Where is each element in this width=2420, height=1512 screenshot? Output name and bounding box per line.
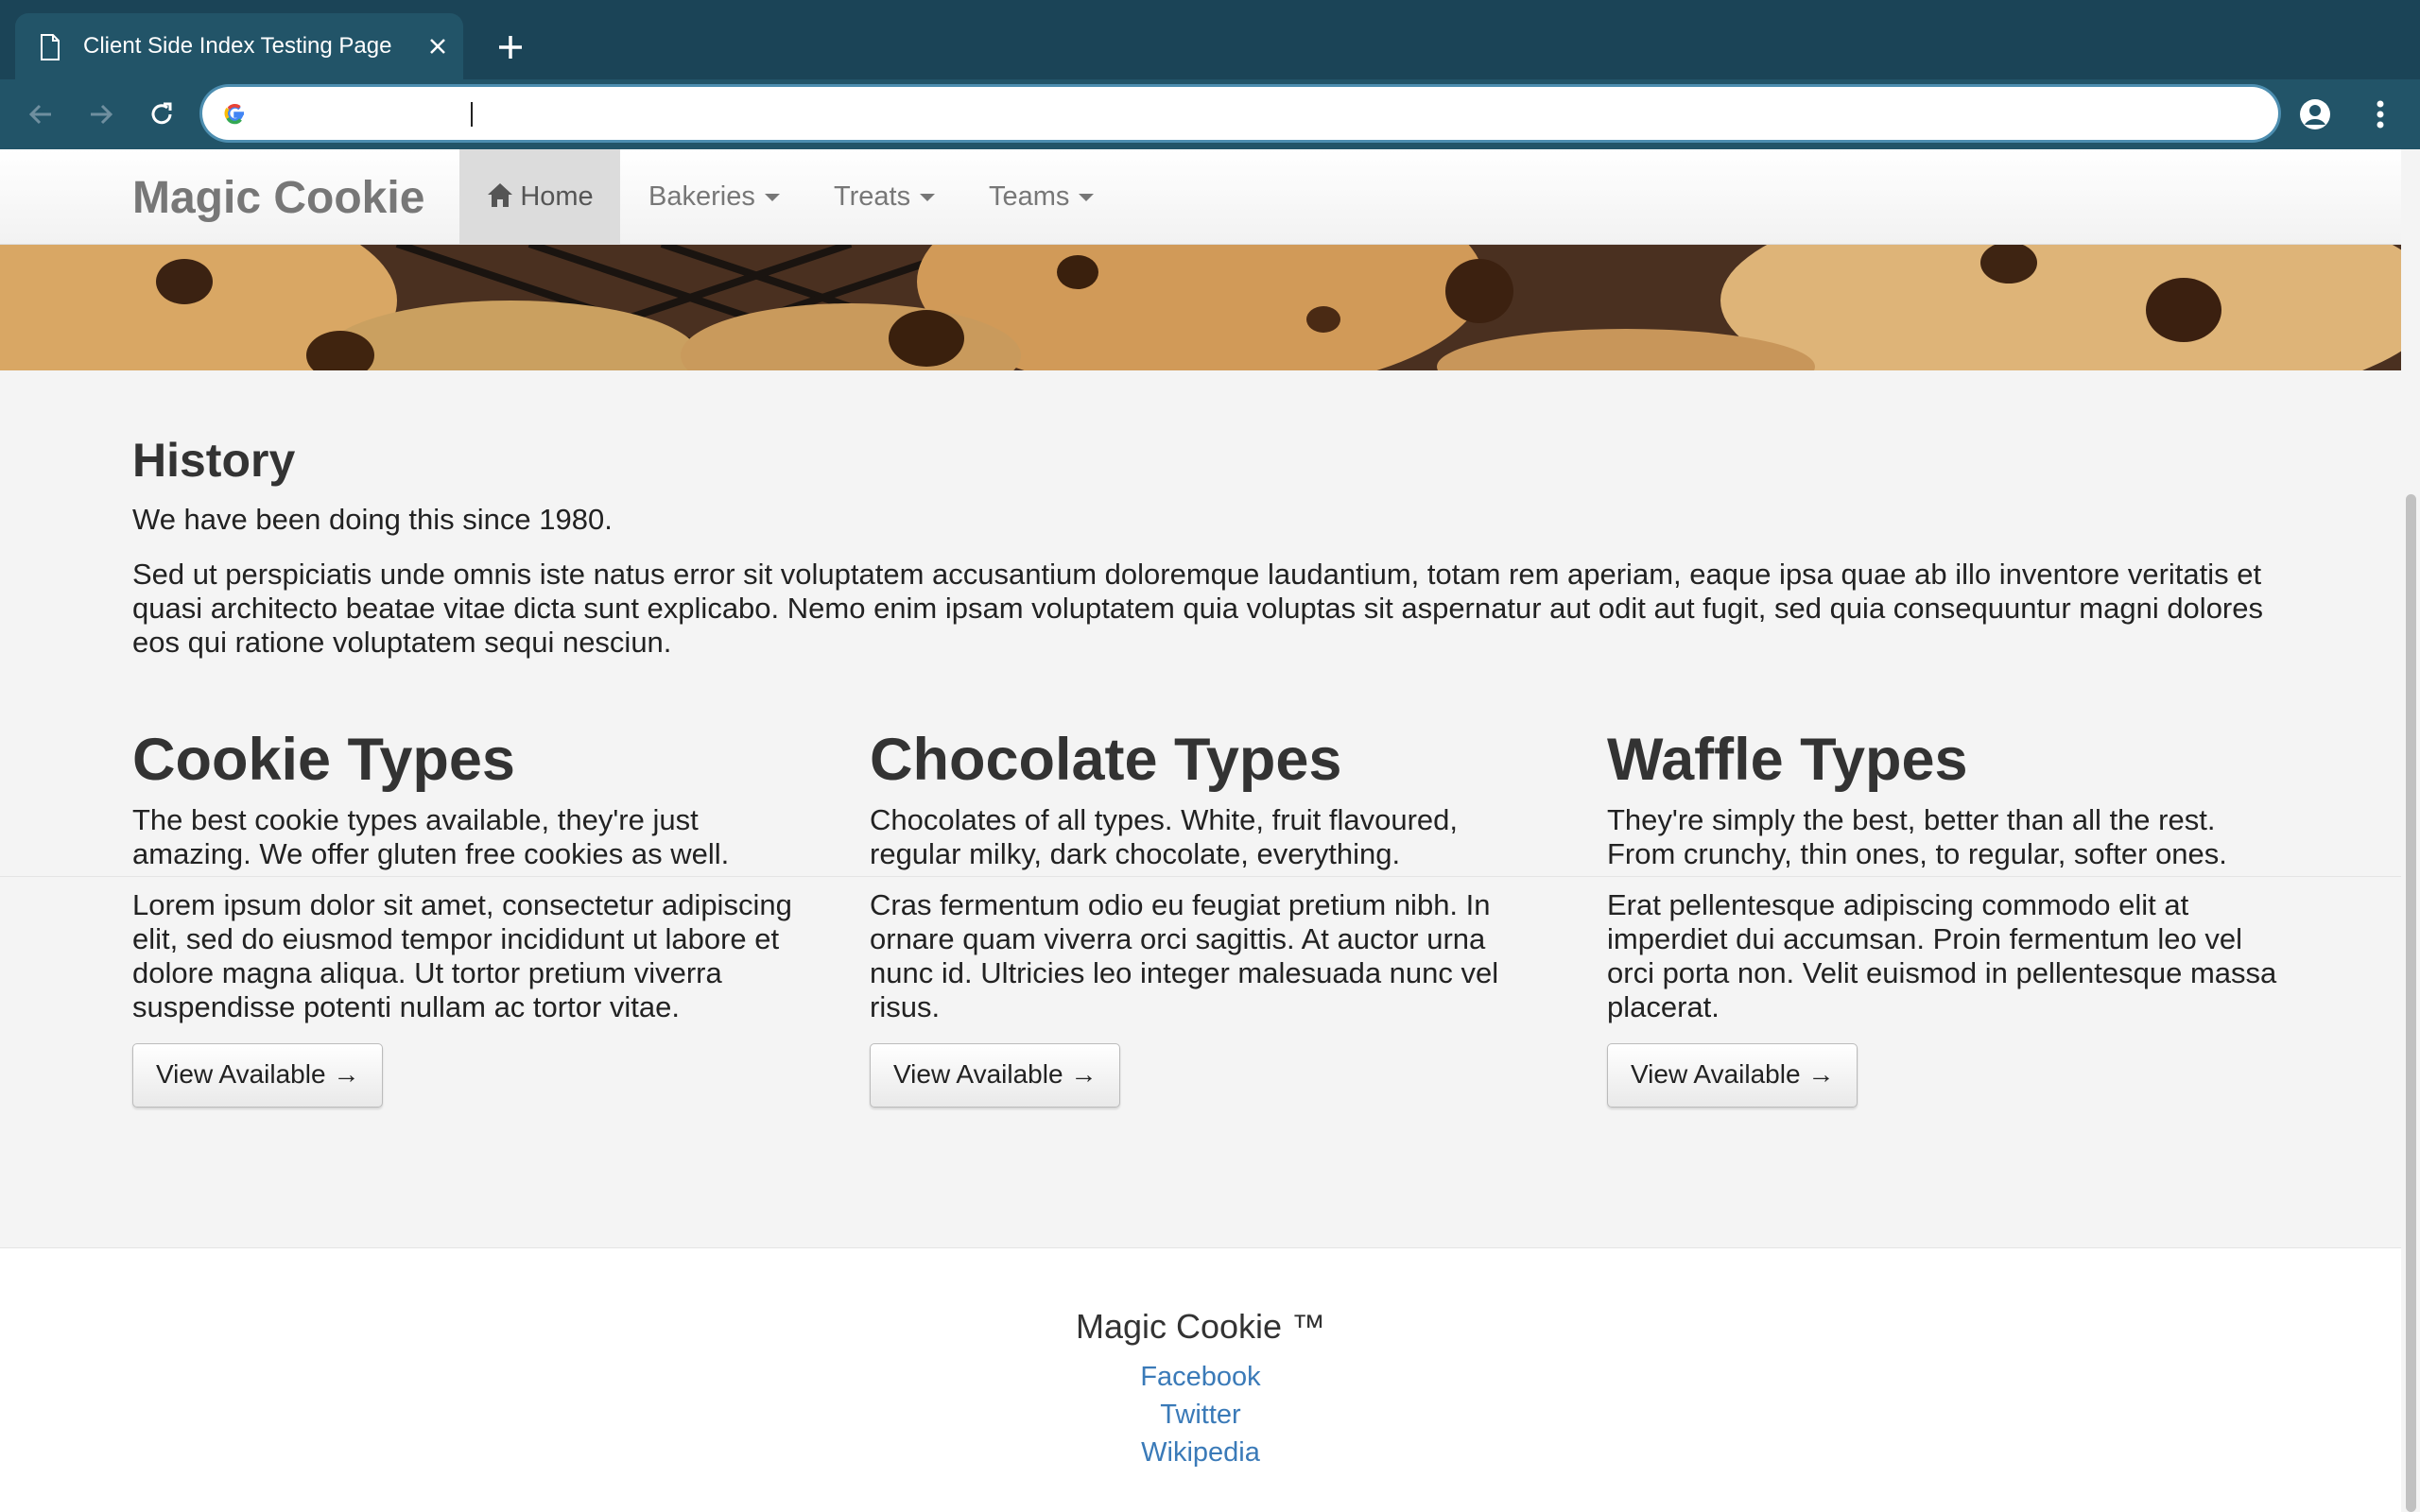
cookie-types-column: Cookie Types The best cookie types avail… — [132, 726, 813, 1108]
history-lead: We have been doing this since 1980. — [132, 503, 613, 536]
page-viewport: Magic Cookie Home Bakeries Treats Teams — [0, 149, 2420, 1512]
column-body: Erat pellentesque adipiscing commodo eli… — [1607, 888, 2277, 1023]
profile-icon[interactable] — [2297, 96, 2333, 132]
back-arrow-icon[interactable] — [23, 96, 59, 132]
reload-icon[interactable] — [144, 96, 180, 132]
site-navbar: Magic Cookie Home Bakeries Treats Teams — [0, 149, 2401, 245]
more-menu-icon[interactable] — [2363, 96, 2397, 132]
column-heading: Waffle Types — [1607, 727, 1968, 793]
nav-item-label: Bakeries — [648, 181, 755, 212]
footer-link-twitter[interactable]: Twitter — [0, 1400, 2401, 1431]
column-heading: Cookie Types — [132, 727, 515, 793]
history-heading: History — [132, 434, 296, 487]
scrollbar-thumb[interactable] — [2406, 494, 2416, 1512]
column-intro: Chocolates of all types. White, fruit fl… — [870, 803, 1459, 870]
column-body: Lorem ipsum dolor sit amet, consectetur … — [132, 888, 792, 1023]
nav-item-label: Home — [520, 181, 594, 212]
chocolate-types-column: Chocolate Types Chocolates of all types.… — [870, 726, 1550, 1108]
chevron-down-icon — [920, 194, 936, 202]
chevron-down-icon — [1079, 194, 1095, 202]
scrollbar[interactable] — [2401, 149, 2420, 1512]
address-bar[interactable] — [202, 87, 2278, 140]
google-icon — [224, 104, 244, 125]
browser-toolbar — [0, 79, 2420, 149]
home-icon — [488, 183, 513, 207]
document-icon — [41, 34, 60, 60]
nav-item-label: Treats — [834, 181, 911, 212]
view-available-cookies-button[interactable]: View Available → — [132, 1043, 384, 1108]
column-heading: Chocolate Types — [870, 727, 1342, 793]
nav-item-home[interactable]: Home — [459, 149, 620, 244]
column-intro: They're simply the best, better than all… — [1607, 803, 2227, 870]
chevron-down-icon — [764, 194, 780, 202]
text-caret — [471, 102, 473, 127]
history-body: Sed ut perspiciatis unde omnis iste natu… — [132, 558, 2263, 659]
footer-link-wikipedia[interactable]: Wikipedia — [0, 1437, 2401, 1469]
nav-item-teams[interactable]: Teams — [989, 149, 1095, 244]
site-footer: Magic Cookie ™ Facebook Twitter Wikipedi… — [0, 1247, 2401, 1512]
footer-brand: Magic Cookie ™ — [1075, 1307, 1326, 1346]
browser-tab-strip: Client Side Index Testing Page — [0, 0, 2420, 79]
new-tab-icon[interactable] — [493, 30, 527, 64]
browser-tab[interactable]: Client Side Index Testing Page — [15, 13, 463, 79]
footer-link-facebook[interactable]: Facebook — [0, 1362, 2401, 1393]
nav-item-label: Teams — [989, 181, 1070, 212]
view-available-waffles-button[interactable]: View Available → — [1607, 1043, 1858, 1108]
site-brand[interactable]: Magic Cookie — [132, 172, 424, 224]
nav-item-bakeries[interactable]: Bakeries — [648, 149, 780, 244]
close-tab-icon[interactable] — [424, 32, 452, 60]
column-intro: The best cookie types available, they're… — [132, 803, 730, 870]
column-body: Cras fermentum odio eu feugiat pretium n… — [870, 888, 1499, 1023]
address-input[interactable] — [263, 94, 2252, 134]
view-available-chocolates-button[interactable]: View Available → — [870, 1043, 1121, 1108]
waffle-types-column: Waffle Types They're simply the best, be… — [1607, 726, 2288, 1108]
forward-arrow-icon[interactable] — [83, 96, 119, 132]
hero-cookie-image — [0, 244, 2401, 370]
nav-item-treats[interactable]: Treats — [834, 149, 936, 244]
tab-title: Client Side Index Testing Page — [83, 33, 392, 59]
